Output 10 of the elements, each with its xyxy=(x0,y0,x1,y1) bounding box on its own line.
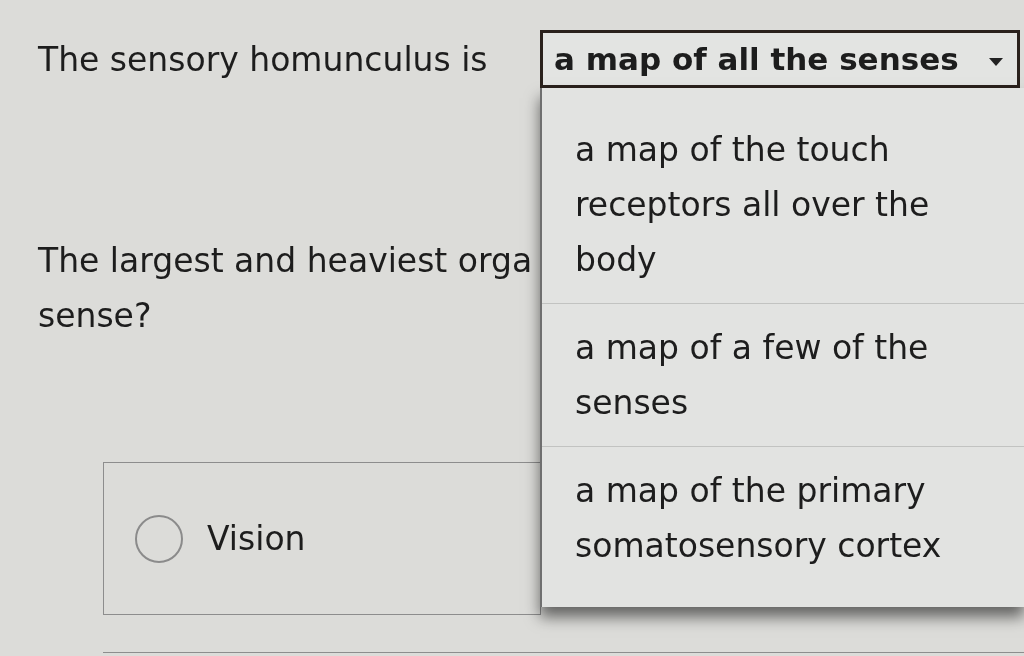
question-text: The largest and heaviest orga xyxy=(38,240,533,282)
answer-dropdown[interactable]: a map of all the senses xyxy=(540,30,1020,88)
dropdown-option[interactable]: a map of the touch receptors all over the body xyxy=(542,106,1024,303)
answer-option[interactable]: Vision xyxy=(103,462,541,615)
caret-down-icon xyxy=(989,58,1003,66)
dropdown-option[interactable]: a map of a few of the senses xyxy=(542,303,1024,446)
question-text: sense? xyxy=(38,295,152,337)
dropdown-option[interactable]: a map of the primary somatosensory cortex xyxy=(542,446,1024,589)
radio-icon[interactable] xyxy=(135,514,183,563)
question-text: The sensory homunculus is xyxy=(38,38,488,81)
